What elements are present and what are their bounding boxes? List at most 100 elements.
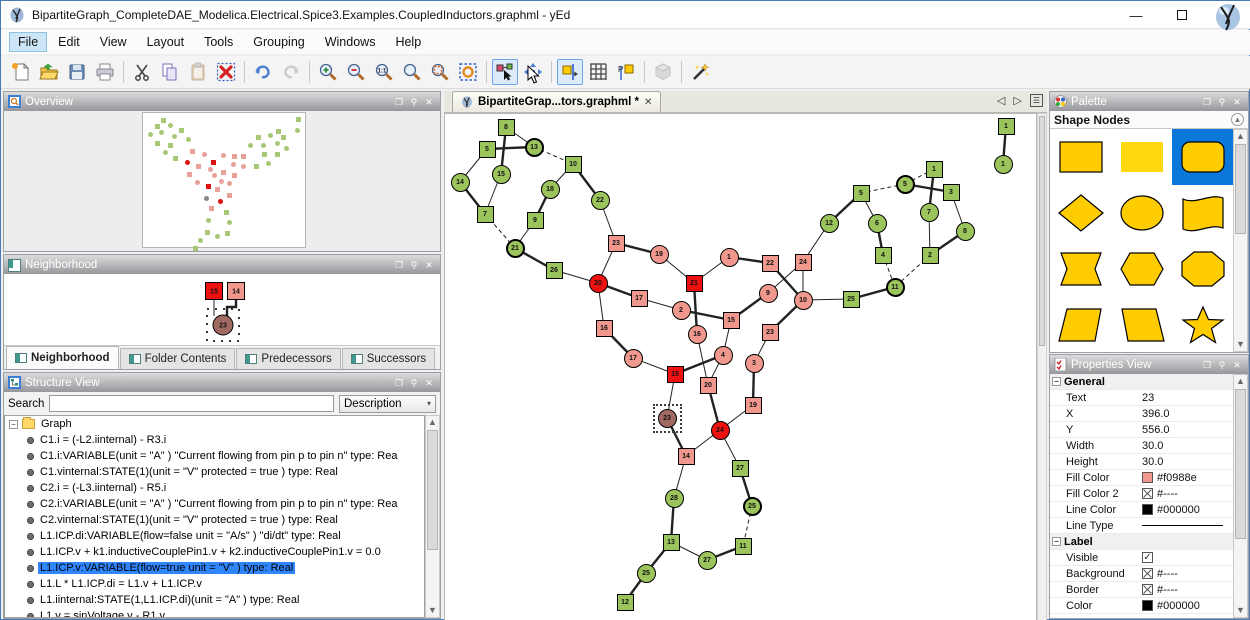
structure-titlebar[interactable]: Structure View ❐ ⚲ ✕ [4, 373, 440, 392]
graph-node-8[interactable]: 8 [956, 222, 975, 241]
graph-node-9[interactable]: 9 [527, 212, 544, 229]
graph-node-15[interactable]: 15 [492, 165, 511, 184]
save-button[interactable] [64, 59, 90, 85]
graph-node-16[interactable]: 16 [688, 325, 707, 344]
prev-tab-icon[interactable]: ◁ [997, 94, 1005, 107]
scroll-up-icon[interactable]: ▲ [1234, 130, 1247, 143]
tab-successors[interactable]: Successors [342, 348, 435, 369]
graph-node-5[interactable]: 5 [853, 185, 870, 202]
tree-item[interactable]: C2.vinternal:STATE(1)(unit = "V" protect… [5, 512, 424, 528]
close-icon[interactable]: ✕ [424, 97, 434, 107]
properties-scrollbar[interactable]: ▲ ▼ [1233, 374, 1248, 618]
graph-node-15[interactable]: 15 [667, 366, 684, 383]
menu-item-layout[interactable]: Layout [138, 32, 194, 52]
tree-item[interactable]: C1.i = (-L2.iinternal) - R3.i [5, 432, 424, 448]
scroll-up-icon[interactable]: ▲ [426, 416, 439, 429]
graph-node-11[interactable]: 11 [735, 538, 752, 555]
graph-node-9[interactable]: 9 [759, 284, 778, 303]
canvas-scrollbar[interactable] [1037, 113, 1047, 620]
close-tab-icon[interactable]: ✕ [644, 97, 652, 108]
color-swatch[interactable] [1142, 600, 1153, 611]
graph-node-13[interactable]: 13 [525, 138, 544, 157]
float-icon[interactable]: ❐ [394, 97, 404, 107]
palette-scrollbar[interactable]: ▲ ▼ [1233, 129, 1248, 352]
graph-node-20[interactable]: 20 [589, 274, 608, 293]
menu-item-file[interactable]: File [9, 32, 47, 52]
graph-node-25[interactable]: 25 [743, 497, 762, 516]
print-button[interactable] [92, 59, 118, 85]
graph-node-19[interactable]: 19 [650, 245, 669, 264]
graph-node-27[interactable]: 27 [698, 551, 717, 570]
float-icon[interactable]: ❐ [394, 378, 404, 388]
scroll-down-icon[interactable]: ▼ [1234, 604, 1247, 617]
structure-tree[interactable]: − Graph C1.i = (-L2.iinternal) - R3.i C1… [4, 415, 425, 618]
graph-node-14[interactable]: 14 [678, 448, 695, 465]
property-row-x[interactable]: X396.0 [1050, 406, 1233, 422]
graph-node-16[interactable]: 16 [596, 320, 613, 337]
tree-item[interactable]: L1.v = sinVoltage.v - R1.v [5, 608, 424, 618]
property-row-text[interactable]: Text23 [1050, 390, 1233, 406]
properties-titlebar[interactable]: Properties View ❐ ⚲ ✕ [1050, 355, 1248, 374]
tree-root-row[interactable]: − Graph [5, 416, 424, 432]
graph-node-12[interactable]: 12 [617, 594, 634, 611]
graph-node-22[interactable]: 22 [591, 191, 610, 210]
graph-node-7[interactable]: 7 [477, 206, 494, 223]
graph-node-23[interactable]: 23 [762, 324, 779, 341]
tab-folder-contents[interactable]: Folder Contents [120, 348, 236, 369]
color-swatch[interactable] [1142, 472, 1153, 483]
menu-item-help[interactable]: Help [386, 32, 430, 52]
graph-node-3[interactable]: 3 [745, 354, 764, 373]
palette-titlebar[interactable]: Palette ❐ ⚲ ✕ [1050, 92, 1248, 111]
next-tab-icon[interactable]: ▷ [1013, 94, 1021, 107]
undo-button[interactable] [250, 59, 276, 85]
zoom-in-button[interactable] [315, 59, 341, 85]
property-row-y[interactable]: Y556.0 [1050, 422, 1233, 438]
property-row-color[interactable]: Color#000000 [1050, 598, 1233, 614]
tab-neighborhood[interactable]: Neighborhood [6, 346, 119, 369]
palette-shape-octagon[interactable] [1172, 241, 1233, 297]
graph-node-15[interactable]: 15 [723, 312, 740, 329]
float-icon[interactable]: ❐ [1202, 97, 1212, 107]
graph-node-8[interactable]: 8 [498, 119, 515, 136]
graph-node-6[interactable]: 6 [868, 214, 887, 233]
collapse-icon[interactable]: − [1052, 377, 1061, 386]
menu-item-tools[interactable]: Tools [195, 32, 242, 52]
copy-button[interactable] [157, 59, 183, 85]
neighborhood-titlebar[interactable]: Neighborhood ❐ ⚲ ✕ [4, 255, 440, 274]
property-row-line-color[interactable]: Line Color#000000 [1050, 502, 1233, 518]
palette-shape-trapezoid[interactable] [1050, 297, 1111, 352]
graph-node-22[interactable]: 22 [762, 255, 779, 272]
snap-lines-button[interactable] [557, 59, 583, 85]
palette-shape-concave-hexagon[interactable] [1050, 241, 1111, 297]
zoom-1-1-button[interactable]: 1:1 [371, 59, 397, 85]
menu-item-windows[interactable]: Windows [316, 32, 385, 52]
property-row-border[interactable]: Border#---- [1050, 582, 1233, 598]
pin-icon[interactable]: ⚲ [409, 97, 419, 107]
tree-item[interactable]: C1.i:VARIABLE(unit = "A" ) "Current flow… [5, 448, 424, 464]
scroll-down-icon[interactable]: ▼ [426, 604, 439, 617]
close-icon[interactable]: ✕ [1232, 360, 1242, 370]
graph-node-1[interactable]: 1 [720, 248, 739, 267]
property-row-fill-color-2[interactable]: Fill Color 2#---- [1050, 486, 1233, 502]
tree-item[interactable]: C2.i = (-L3.iinternal) - R5.i [5, 480, 424, 496]
palette-shape-curved-rectangle[interactable] [1172, 185, 1233, 241]
palette-shape-star[interactable] [1172, 297, 1233, 352]
float-icon[interactable]: ❐ [394, 260, 404, 270]
zoom-out-button[interactable] [343, 59, 369, 85]
no-color-swatch[interactable] [1142, 568, 1153, 579]
menu-item-edit[interactable]: Edit [49, 32, 89, 52]
graph-node-28[interactable]: 28 [665, 489, 684, 508]
layout-wizard-button[interactable] [687, 59, 713, 85]
graph-node-27[interactable]: 27 [732, 460, 749, 477]
graph-node-21[interactable]: 21 [506, 239, 525, 258]
minimize-button[interactable]: — [1113, 1, 1159, 29]
maximize-button[interactable] [1159, 1, 1205, 29]
graph-node-5[interactable]: 5 [896, 175, 915, 194]
graph-node-10[interactable]: 10 [794, 291, 813, 310]
property-row-line-type[interactable]: Line Type [1050, 518, 1233, 534]
graph-node-12[interactable]: 12 [820, 214, 839, 233]
overview-content[interactable] [4, 111, 440, 251]
graph-canvas[interactable]: 8513141510182279212623192017121222249101… [444, 113, 1037, 620]
graph-node-20[interactable]: 20 [700, 377, 717, 394]
palette-shape-rectangle[interactable] [1050, 129, 1111, 185]
